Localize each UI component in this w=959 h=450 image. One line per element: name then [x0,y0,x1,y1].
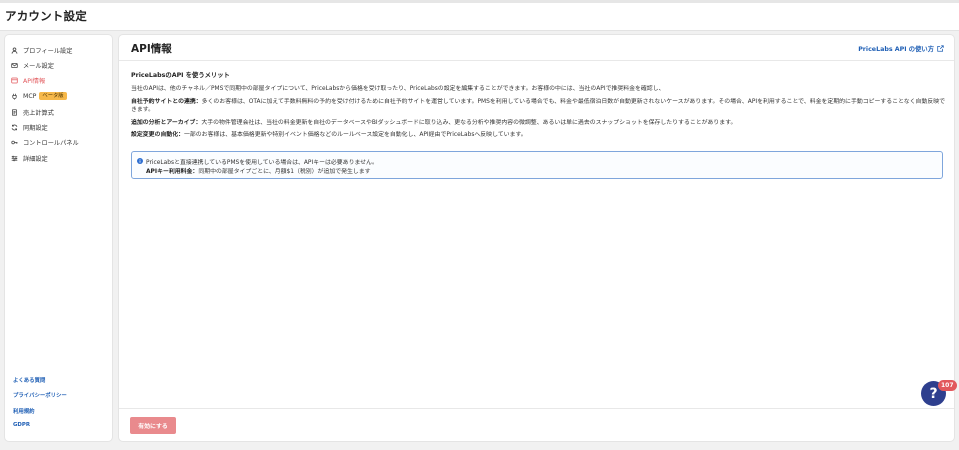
sidebar-item-label: API情報 [23,77,46,85]
question-icon: ? [929,385,938,402]
benefit-text: 大手の物件管理会社は、当社の料金更新を自社のデータベースやBIダッシュボードに取… [201,119,737,126]
mail-icon [10,61,18,69]
document-icon [10,108,18,116]
api-fee-text: APIキー利用料金：同期中の部屋タイプごとに、月額$1（税別）が追加で発生します [146,166,371,175]
sidebar-item-control-panel[interactable]: コントロールパネル [10,136,110,148]
sliders-icon [10,154,18,162]
benefit-heading: PriceLabsのAPI を使うメリット [131,72,230,79]
sync-icon [10,123,18,131]
sidebar-item-label: 売上計算式 [23,109,54,117]
api-benefits: PriceLabsのAPI を使うメリット 当社のAPIは、他のチャネル／PMS… [131,70,946,144]
sidebar-item-mcp[interactable]: MCP ベータ版 [10,90,110,102]
sidebar-item-advanced[interactable]: 詳細設定 [10,152,110,164]
main-panel: API情報 PriceLabs API の使い方 PriceLabsのAPI を… [119,35,954,441]
benefit-text: 多くのお客様は、OTAに加えて手数料無料の予約を受け付けるために自社予約サイトを… [131,98,946,113]
footer-divider [119,408,954,409]
external-link-icon [937,45,944,52]
section-title: API情報 [131,43,172,55]
sidebar-item-label: 詳細設定 [23,155,48,163]
sidebar-item-label: コントロールパネル [23,139,79,147]
terms-link[interactable]: 利用規約 [13,407,35,415]
api-fee-value: 同期中の部屋タイプごとに、月額$1（税別）が追加で発生します [198,169,371,175]
info-callout: PriceLabsと直接連携しているPMSを使用している場合は、APIキーは必要… [131,151,943,179]
benefit-text: 一部のお客様は、基本価格更新や特別イベント価格などのルールベース設定を自動化し、… [184,132,527,139]
enable-button[interactable]: 有効にする [130,417,176,434]
main-header: API情報 PriceLabs API の使い方 [119,35,954,61]
api-fee-label: APIキー利用料金： [146,169,199,175]
api-icon [10,76,18,84]
privacy-policy-link[interactable]: プライバシーポリシー [13,391,67,399]
gdpr-link[interactable]: GDPR [13,422,30,428]
benefit-paragraph: 設定変更の自動化：一部のお客様は、基本価格更新や特別イベント価格などのルールベー… [131,131,946,139]
beta-badge: ベータ版 [39,92,67,100]
user-icon [10,46,18,54]
sidebar-item-label: プロフィール設定 [23,47,73,55]
sidebar-item-sync[interactable]: 同期設定 [10,121,110,133]
benefit-label: 追加の分析とアーカイブ： [131,119,202,126]
faq-link[interactable]: よくある質問 [13,376,45,384]
page-header: アカウント設定 [0,3,959,31]
sidebar-item-api[interactable]: API情報 [10,74,110,86]
benefit-paragraph: 自社予約サイトとの連携：多くのお客様は、OTAに加えて手数料無料の予約を受け付け… [131,98,946,114]
info-text: PriceLabsと直接連携しているPMSを使用している場合は、APIキーは必要… [146,160,378,166]
api-help-link[interactable]: PriceLabs API の使い方 [858,44,944,53]
sidebar-item-mail[interactable]: メール設定 [10,59,110,71]
plug-icon [10,92,18,100]
api-help-link-label: PriceLabs API の使い方 [858,46,934,53]
benefit-label: 自社予約サイトとの連携： [131,98,202,105]
info-icon [137,158,143,164]
benefit-label: 設定変更の自動化： [131,132,185,139]
intro-paragraph: 当社のAPIは、他のチャネル／PMSで同期中の部屋タイプについて、PriceLa… [131,86,665,92]
sidebar-item-label: メール設定 [23,62,54,70]
sidebar-item-label: 同期設定 [23,124,48,132]
benefit-paragraph: 追加の分析とアーカイブ：大手の物件管理会社は、当社の料金更新を自社のデータベース… [131,119,946,127]
sidebar-item-revenue-formula[interactable]: 売上計算式 [10,106,110,118]
sidebar-item-label: MCP [23,92,37,100]
page-title: アカウント設定 [5,9,87,23]
sidebar: プロフィール設定 メール設定 API情報 MCP ベータ版 売上計算式 同期設定 [5,35,112,441]
key-icon [10,138,18,146]
sidebar-item-profile[interactable]: プロフィール設定 [10,44,110,56]
notification-count-badge: 107 [938,380,957,391]
